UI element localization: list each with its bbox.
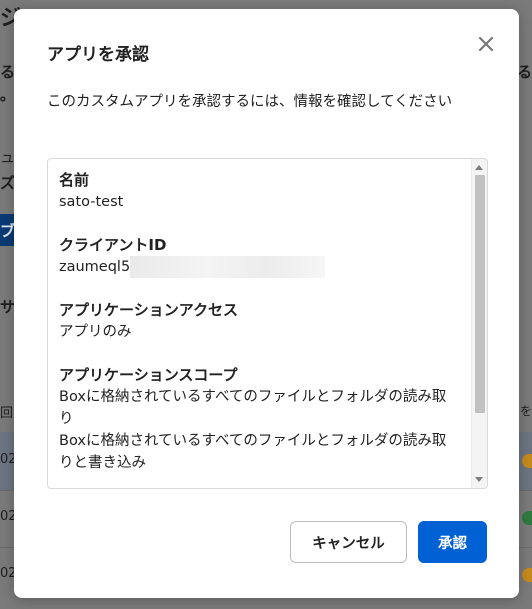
bg-text-fragment: ュ <box>0 148 16 166</box>
field-label: アプリケーションスコープ <box>59 366 238 384</box>
field-label: クライアントID <box>59 236 167 254</box>
bg-text-fragment: サ <box>0 298 16 316</box>
redacted-area <box>130 256 326 278</box>
client-id-value: zaumeql5 <box>59 259 131 275</box>
close-button[interactable] <box>475 33 497 55</box>
bg-status-badge <box>522 511 532 525</box>
approve-button[interactable]: 承認 <box>418 521 487 563</box>
scope-item: Boxに格納されているすべてのファイルとフォルダの読み取り <box>59 389 447 427</box>
bg-text-fragment: る <box>516 63 532 81</box>
bg-text-fragment: ズ <box>0 174 16 192</box>
approve-app-dialog: アプリを承認 このカスタムアプリを承認するには、情報を確認してください 名前 s… <box>14 9 519 598</box>
bg-column-header: 回 <box>0 406 14 421</box>
scrollbar[interactable] <box>471 159 487 488</box>
bg-text-fragment: ブ <box>0 222 16 240</box>
dialog-title: アプリを承認 <box>47 45 149 65</box>
field-value-row: zaumeql5 <box>59 256 459 278</box>
scroll-down-arrow-icon[interactable] <box>475 477 483 482</box>
field-app-access: アプリケーションアクセス アプリのみ <box>59 299 459 343</box>
app-info-content: 名前 sato-test クライアントID zaumeql5 アプリケーションア… <box>59 169 459 488</box>
app-info-panel[interactable]: 名前 sato-test クライアントID zaumeql5 アプリケーションア… <box>47 158 488 489</box>
field-name: 名前 sato-test <box>59 169 459 213</box>
bg-text-fragment: 。 <box>0 86 16 104</box>
dialog-description: このカスタムアプリを承認するには、情報を確認してください <box>47 94 453 110</box>
field-value: アプリのみ <box>59 324 132 340</box>
bg-status-badge <box>522 568 532 582</box>
close-icon <box>478 36 494 52</box>
scroll-thumb[interactable] <box>475 175 485 413</box>
scroll-up-arrow-icon[interactable] <box>475 165 483 170</box>
bg-text-fragment: る <box>0 63 16 81</box>
field-client-id: クライアントID zaumeql5 <box>59 234 459 278</box>
bg-text-fragment: を <box>519 404 532 418</box>
bg-status-badge <box>522 454 532 468</box>
field-label: アプリケーションアクセス <box>59 301 238 319</box>
field-label: 名前 <box>59 171 90 189</box>
cancel-button[interactable]: キャンセル <box>290 521 407 563</box>
scope-item: Boxに格納されているすべてのファイルとフォルダの読み取りと書き込み <box>59 433 447 471</box>
field-app-scope: アプリケーションスコープ Boxに格納されているすべてのファイルとフォルダの読み… <box>59 364 459 474</box>
field-value: sato-test <box>59 194 124 210</box>
